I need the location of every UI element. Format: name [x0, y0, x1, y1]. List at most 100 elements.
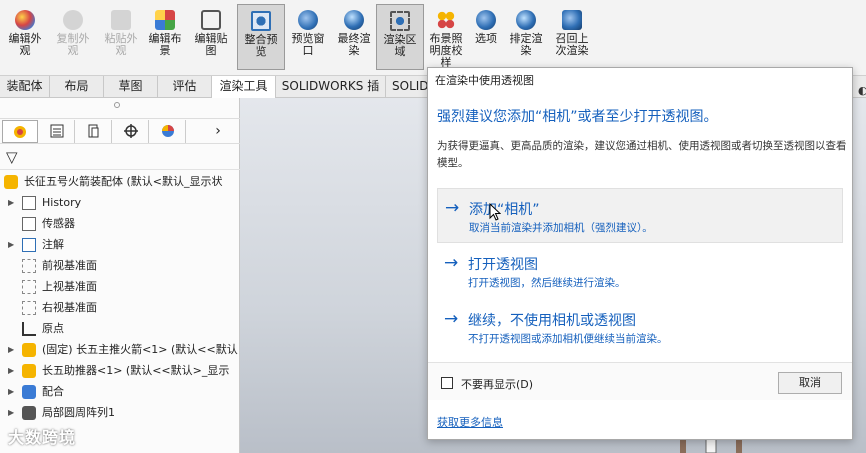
expand-arrow-icon[interactable]: ▶	[8, 382, 14, 402]
edit-decal-button[interactable]: 编辑贴 图	[187, 4, 235, 70]
tree-item-label: 注解	[42, 238, 64, 251]
tab-assembly[interactable]: 装配体	[0, 76, 50, 98]
tree-item[interactable]: ▶ (固定) 长五主推火箭<1> (默认<<默认	[0, 340, 240, 360]
tree-item[interactable]: 传感器	[0, 214, 240, 234]
expand-arrow-icon[interactable]: ▶	[8, 340, 14, 360]
tree-item-label: 局部圆周阵列1	[42, 406, 115, 419]
expand-arrow-icon[interactable]: ▶	[8, 403, 14, 423]
tree-item-label: History	[42, 196, 82, 209]
schedule-render-button[interactable]: 排定渲 染	[502, 4, 550, 70]
arrow-right-icon: →	[444, 309, 459, 329]
render-region-button[interactable]: 渲染区 域	[376, 4, 424, 70]
option-subtitle: 打开透视图，然后继续进行渲染。	[468, 277, 626, 289]
dont-show-again-label[interactable]: 不要再显示(D)	[461, 376, 533, 392]
filter-icon[interactable]: ▽	[6, 148, 18, 166]
tree-item[interactable]: 上视基准面	[0, 277, 240, 297]
open-perspective-option[interactable]: → 打开透视图 打开透视图，然后继续进行渲染。	[437, 244, 843, 299]
tree-filter-row: ▽	[0, 146, 240, 170]
annotation-icon	[22, 238, 36, 252]
tab-render-tools[interactable]: 渲染工具	[212, 76, 276, 98]
property-manager-icon	[50, 124, 63, 138]
tab-solidworks-addins[interactable]: SOLIDWORKS 插件	[276, 76, 386, 114]
tab-sketch[interactable]: 草图	[104, 76, 158, 98]
option-subtitle: 取消当前渲染并添加相机（强烈建议）。	[469, 222, 653, 234]
cancel-button[interactable]: 取消	[778, 372, 842, 394]
tab-evaluate[interactable]: 评估	[158, 76, 212, 98]
property-manager-tab[interactable]	[39, 120, 75, 143]
tree-item[interactable]: 长征五号火箭装配体 (默认<默认_显示状	[0, 172, 240, 192]
display-manager-icon	[161, 125, 174, 137]
tree-item-label: 传感器	[42, 217, 75, 230]
recall-last-render-icon	[562, 10, 582, 30]
popup-heading: 强烈建议您添加“相机”或者至少打开透视图。	[437, 109, 718, 125]
arrow-right-icon: →	[445, 198, 460, 218]
paste-appearance-button[interactable]: 粘贴外 观	[97, 4, 145, 70]
option-subtitle: 不打开透视图或添加相机便继续当前渲染。	[468, 333, 668, 345]
popup-description: 为获得更逼真、更高品质的渲染，建议您通过相机、使用透视图或者切换至透视图以查看模…	[437, 140, 847, 169]
tree-item-label: 右视基准面	[42, 301, 97, 314]
tree-item-label: 上视基准面	[42, 280, 97, 293]
part-icon	[22, 364, 36, 378]
tree-item[interactable]: 右视基准面	[0, 298, 240, 318]
scene-icon	[155, 10, 175, 30]
more-info-link[interactable]: 获取更多信息	[437, 414, 503, 430]
copy-appearance-button[interactable]: 复制外 观	[49, 4, 97, 70]
configuration-manager-tab[interactable]	[76, 120, 112, 143]
expand-arrow-icon[interactable]: ▶	[8, 193, 14, 213]
final-render-icon	[344, 10, 364, 30]
tree-item[interactable]: 前视基准面	[0, 256, 240, 276]
tree-item-label: (固定) 长五主推火箭<1> (默认<<默认	[42, 343, 238, 356]
popup-title: 在渲染中使用透视图	[435, 74, 534, 87]
popup-footer: 不要再显示(D) 取消	[428, 362, 852, 400]
tree-item[interactable]: ▶ 局部圆周阵列1	[0, 403, 240, 423]
command-manager-ribbon: 编辑外 观 复制外 观 粘贴外 观 编辑布 景 编辑贴 图 整合预 览 预览窗 …	[0, 0, 866, 76]
tree-item-label: 长征五号火箭装配体 (默认<默认_显示状	[24, 175, 223, 188]
integrated-preview-button[interactable]: 整合预 览	[237, 4, 285, 70]
tab-layout[interactable]: 布局	[50, 76, 104, 98]
mates-icon	[22, 385, 36, 399]
continue-without-camera-option[interactable]: → 继续，不使用相机或透视图 不打开透视图或添加相机便继续当前渲染。	[437, 300, 843, 355]
pattern-icon	[22, 406, 36, 420]
tree-item[interactable]: ▶ History	[0, 193, 240, 213]
mouse-cursor-icon	[489, 203, 501, 221]
preview-window-button[interactable]: 预览窗 口	[284, 4, 332, 70]
chevron-right-icon: ›	[215, 123, 221, 139]
expand-arrow-icon[interactable]: ▶	[8, 235, 14, 255]
dont-show-again-checkbox[interactable]	[441, 377, 453, 389]
expand-arrow-icon[interactable]: ▶	[8, 361, 14, 381]
part-icon	[22, 343, 36, 357]
tabs-scroll-right-button[interactable]: ›	[200, 120, 236, 143]
dimxpert-tab[interactable]	[113, 120, 149, 143]
copy-appearance-icon	[63, 10, 83, 30]
configuration-manager-icon	[88, 124, 98, 138]
decal-icon	[201, 10, 221, 30]
panel-splitter-handle[interactable]	[114, 102, 120, 108]
tree-item-label: 配合	[42, 385, 64, 398]
tree-item[interactable]: ▶ 配合	[0, 382, 240, 402]
paste-appearance-icon	[111, 10, 131, 30]
feature-manager-panel: › ▽ 长征五号火箭装配体 (默认<默认_显示状 ▶ History 传感器 ▶ 注解前视…	[0, 98, 240, 453]
render-region-icon	[390, 11, 410, 31]
view-heads-up-toolbar-icon[interactable]: ◐	[858, 84, 866, 98]
scene-illumination-icon	[436, 10, 456, 30]
tree-item[interactable]: ▶ 注解	[0, 235, 240, 255]
tab-solidworks-more[interactable]: SOLID	[386, 76, 429, 98]
dimxpert-icon	[123, 124, 138, 138]
tree-item-label: 长五助推器<1> (默认<<默认>_显示	[42, 364, 230, 377]
final-render-button[interactable]: 最终渲 染	[330, 4, 378, 70]
tree-item[interactable]: 原点	[0, 319, 240, 339]
tree-item-label: 前视基准面	[42, 259, 97, 272]
edit-scene-button[interactable]: 编辑布 景	[141, 4, 189, 70]
preview-window-icon	[298, 10, 318, 30]
plane-icon	[22, 259, 36, 273]
schedule-render-icon	[516, 10, 536, 30]
edit-appearance-button[interactable]: 编辑外 观	[1, 4, 49, 70]
tree-item-label: 原点	[42, 322, 64, 335]
tree-item[interactable]: ▶ 长五助推器<1> (默认<<默认>_显示	[0, 361, 240, 381]
recall-last-render-button[interactable]: 召回上 次渲染	[548, 4, 596, 70]
feature-tree-tab[interactable]	[2, 120, 38, 143]
perspective-render-popup: 在渲染中使用透视图 强烈建议您添加“相机”或者至少打开透视图。 为获得更逼真、更…	[427, 67, 853, 440]
feature-tree-icon	[14, 126, 26, 138]
sensor-icon	[22, 217, 36, 231]
display-manager-tab[interactable]	[150, 120, 186, 143]
